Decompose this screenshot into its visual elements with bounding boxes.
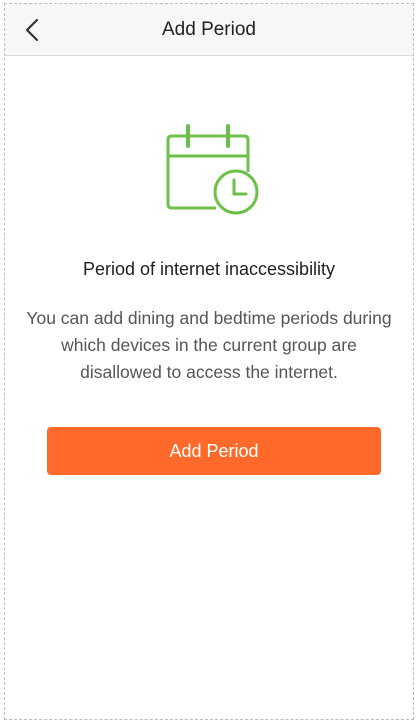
screen: Add Period Period of internet inaccessib…: [4, 3, 414, 720]
page-title: Add Period: [161, 19, 256, 40]
section-heading: Period of internet inaccessibility: [82, 259, 336, 279]
calendar-clock-icon: [166, 124, 259, 215]
section-description: You can add dining and bedtime periods d…: [26, 308, 392, 382]
add-period-button[interactable]: Add Period: [47, 427, 381, 475]
navigation-bar: Add Period: [5, 4, 413, 56]
